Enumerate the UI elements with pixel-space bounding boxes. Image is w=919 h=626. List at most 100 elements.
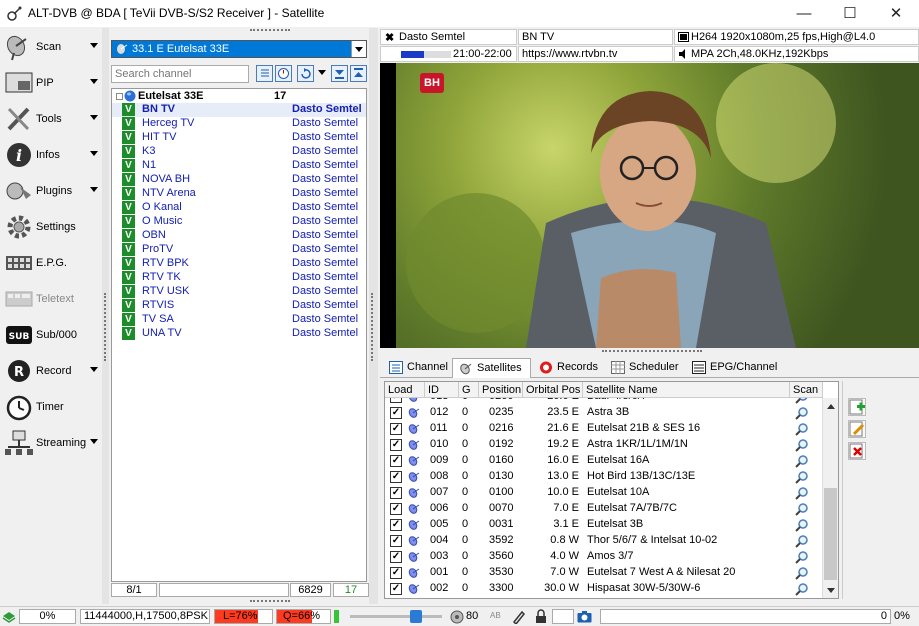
middle-splitter[interactable] [369,28,378,604]
sort-list-button[interactable] [256,65,273,82]
tab-satellites[interactable]: Satellites [452,358,531,378]
channel-row[interactable]: V O Kanal Dasto Semtel [112,201,366,215]
channel-row[interactable]: V TV SA Dasto Semtel [112,313,366,327]
load-checkbox[interactable]: ✓ [390,439,402,451]
close-button[interactable]: ✕ [873,0,919,27]
volume-slider[interactable] [350,610,442,623]
satellite-row[interactable]: ✓ 005 0 0031 3.1 E Eutelsat 3B [385,517,823,533]
scroll-up-arrow[interactable] [827,404,835,409]
satellite-row[interactable]: ✓ 011 0 0216 21.6 E Eutelsat 21B & SES 16 [385,421,823,437]
camera-icon[interactable] [577,610,592,623]
magnifier-icon[interactable] [795,534,809,548]
toolbar-settings[interactable]: Settings [2,210,102,244]
chevron-down-icon[interactable] [90,151,98,156]
epg-clock-button[interactable] [275,65,292,82]
chevron-down-icon[interactable] [90,79,98,84]
column-header-orbital-pos[interactable]: Orbital Pos [523,382,583,398]
toolbar-streaming[interactable]: Streaming [2,426,102,460]
satellite-row[interactable]: ✓ 004 0 3592 0.8 W Thor 5/6/7 & Intelsat 10-0… [385,533,823,549]
column-header-satellite-name[interactable]: Satellite Name [583,382,790,398]
channel-row[interactable]: V RTV USK Dasto Semtel [112,285,366,299]
magnifier-icon[interactable] [795,454,809,468]
toolbar-subtitles[interactable]: SUB Sub/000 [2,318,102,352]
bottom-splitter-grip[interactable] [250,600,290,605]
collapse-icon[interactable] [116,93,123,100]
chevron-down-icon[interactable] [90,115,98,120]
satellite-row[interactable]: ✓ 008 0 0130 13.0 E Hot Bird 13B/13C/13E [385,469,823,485]
toolbar-record[interactable]: R Record [2,354,102,388]
column-header-scan[interactable]: Scan [790,382,823,398]
channel-list[interactable]: Eutelsat 33E 17 V BN TV Dasto Semtel V Herc… [111,88,367,582]
toolbar-plugins[interactable]: Plugins [2,174,102,208]
channel-row[interactable]: V N1 Dasto Semtel [112,159,366,173]
load-checkbox[interactable]: ✓ [390,423,402,435]
pen-tool-icon[interactable] [512,610,526,624]
chevron-down-icon[interactable] [90,187,98,192]
column-header-id[interactable]: ID [425,382,459,398]
load-checkbox[interactable]: ✓ [390,583,402,595]
satellite-row[interactable]: ✓ 010 0 0192 19.2 E Astra 1KR/1L/1M/1N [385,437,823,453]
refresh-button[interactable] [297,65,314,82]
video-frame[interactable]: BH [396,63,919,348]
channel-row[interactable]: V OBN Dasto Semtel [112,229,366,243]
load-checkbox[interactable]: ✓ [390,487,402,499]
delete-satellite-button[interactable] [848,442,866,460]
chevron-down-icon[interactable] [351,41,366,57]
channel-row[interactable]: V HIT TV Dasto Semtel [112,131,366,145]
magnifier-icon[interactable] [795,582,809,596]
volume-slider-thumb[interactable] [410,610,423,623]
channel-row[interactable]: V Herceg TV Dasto Semtel [112,117,366,131]
toolbar-scan[interactable]: Scan [2,30,102,64]
tab-channel[interactable]: Channel [383,358,449,378]
chevron-down-icon[interactable] [90,367,98,372]
left-splitter[interactable] [102,28,109,604]
toolbar-epg[interactable]: E.P.G. [2,246,102,280]
lock-icon[interactable] [534,609,548,624]
chevron-down-icon[interactable] [318,70,326,75]
tab-records[interactable]: Records [533,358,603,378]
volume-knob-icon[interactable] [450,610,464,624]
satellite-row[interactable]: ✓ 002 0 3300 30.0 W Hispasat 30W-5/30W-6 [385,581,823,597]
magnifier-icon[interactable] [795,518,809,532]
minimize-button[interactable]: — [781,0,827,27]
magnifier-icon[interactable] [795,470,809,484]
load-checkbox[interactable]: ✓ [390,535,402,547]
channel-row[interactable]: V UNA TV Dasto Semtel [112,327,366,341]
move-down-button[interactable] [331,65,348,82]
satellite-row[interactable]: ✓ 012 0 0235 23.5 E Astra 3B [385,405,823,421]
scrollbar-thumb[interactable] [824,488,837,580]
channel-row[interactable]: V NOVA BH Dasto Semtel [112,173,366,187]
channel-row[interactable]: V RTVIS Dasto Semtel [112,299,366,313]
load-checkbox[interactable]: ✓ [390,407,402,419]
edit-satellite-button[interactable] [848,420,866,438]
video-splitter-grip[interactable] [602,350,702,355]
channel-row[interactable]: V K3 Dasto Semtel [112,145,366,159]
scroll-down-arrow[interactable] [827,588,835,593]
move-up-button[interactable] [350,65,367,82]
toolbar-timer[interactable]: Timer [2,390,102,424]
load-checkbox[interactable]: ✓ [390,567,402,579]
channel-row[interactable]: V RTV TK Dasto Semtel [112,271,366,285]
column-header-g[interactable]: G [459,382,479,398]
satellite-row[interactable]: ✓ 009 0 0160 16.0 E Eutelsat 16A [385,453,823,469]
add-satellite-button[interactable] [848,398,866,416]
channel-row[interactable]: V NTV Arena Dasto Semtel [112,187,366,201]
tab-epg-channel[interactable]: EPG/Channel [686,358,780,378]
search-channel-input[interactable] [111,65,249,83]
audio-channel-label[interactable]: AB [490,611,501,620]
column-header-load[interactable]: Load [385,382,425,398]
tab-scheduler[interactable]: Scheduler [605,358,685,378]
load-checkbox[interactable]: ✓ [390,471,402,483]
channel-row[interactable]: V RTV BPK Dasto Semtel [112,257,366,271]
satellite-table[interactable]: Load ID G Position Orbital Pos Satellite… [384,381,839,599]
satellite-select[interactable]: 33.1 E Eutelsat 33E [111,40,367,58]
load-checkbox[interactable]: ✓ [390,519,402,531]
magnifier-icon[interactable] [795,438,809,452]
toolbar-tools[interactable]: Tools [2,102,102,136]
satellite-row[interactable]: ✓ 006 0 0070 7.0 E Eutelsat 7A/7B/7C [385,501,823,517]
channel-row[interactable]: V O Music Dasto Semtel [112,215,366,229]
column-header-position[interactable]: Position [479,382,523,398]
toolbar-infos[interactable]: i Infos [2,138,102,172]
magnifier-icon[interactable] [795,422,809,436]
load-checkbox[interactable]: ✓ [390,455,402,467]
